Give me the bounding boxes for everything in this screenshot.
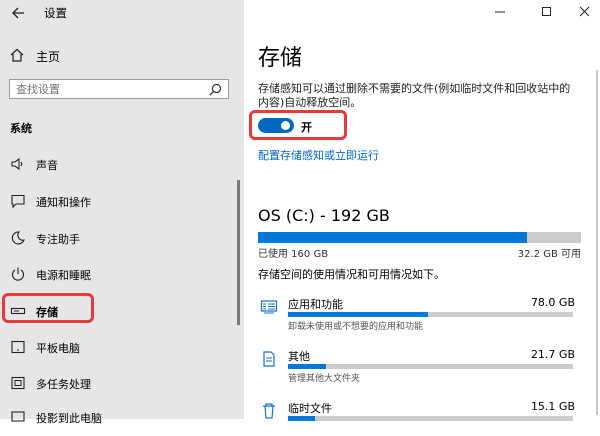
category-other[interactable]: 其他 21.7 GB 管理其他大文件夹 bbox=[258, 346, 583, 384]
sidebar-item-project[interactable]: 投影到此电脑 bbox=[0, 404, 244, 430]
configure-storage-sense-link[interactable]: 配置存储感知或立即运行 bbox=[258, 147, 379, 163]
minimize-button[interactable] bbox=[490, 4, 510, 20]
category-name: 应用和功能 bbox=[288, 298, 343, 311]
page-title: 存储 bbox=[258, 46, 303, 71]
sidebar-item-label: 电源和睡眠 bbox=[36, 269, 91, 282]
usage-description: 存储空间的使用情况和可用情况如下。 bbox=[258, 268, 445, 281]
home-label: 主页 bbox=[36, 50, 61, 64]
category-temp-files[interactable]: 临时文件 15.1 GB bbox=[258, 398, 583, 436]
toggle-knob bbox=[281, 121, 290, 130]
category-size: 21.7 GB bbox=[530, 348, 575, 361]
sidebar: 设置 主页 系统 声音 通知和操作 专注助手 电源和睡眠 bbox=[0, 0, 244, 425]
category-size: 78.0 GB bbox=[530, 296, 575, 309]
search-icon bbox=[209, 83, 222, 99]
sidebar-scrollbar[interactable] bbox=[237, 180, 240, 325]
category-subtitle: 管理其他大文件夹 bbox=[288, 374, 361, 384]
storage-sense-description: 存储感知可以通过删除不需要的文件(例如临时文件和回收站中的内容)自动释放空间。 bbox=[258, 82, 571, 109]
sidebar-item-label: 声音 bbox=[36, 159, 58, 172]
close-icon bbox=[579, 6, 590, 17]
sidebar-item-multitasking[interactable]: 多任务处理 bbox=[0, 370, 244, 396]
power-icon bbox=[10, 266, 26, 282]
sidebar-item-focus-assist[interactable]: 专注助手 bbox=[0, 225, 244, 251]
drive-usage-fill bbox=[258, 232, 527, 243]
app-title: 设置 bbox=[44, 6, 67, 20]
sidebar-item-notifications[interactable]: 通知和操作 bbox=[0, 188, 244, 214]
sidebar-item-home[interactable]: 主页 bbox=[0, 44, 244, 66]
sidebar-item-label: 平板电脑 bbox=[36, 342, 80, 355]
category-size: 15.1 GB bbox=[530, 400, 575, 413]
sidebar-item-label: 专注助手 bbox=[36, 233, 80, 246]
category-usage-bar bbox=[288, 364, 573, 369]
storage-highlight-box bbox=[2, 293, 94, 323]
back-button[interactable] bbox=[8, 3, 30, 23]
category-usage-bar bbox=[288, 312, 573, 317]
sidebar-item-label: 投影到此电脑 bbox=[36, 412, 102, 425]
category-usage-fill bbox=[288, 364, 327, 369]
sidebar-item-sound[interactable]: 声音 bbox=[0, 151, 244, 177]
home-icon bbox=[9, 47, 25, 66]
maximize-icon bbox=[542, 7, 551, 16]
category-subtitle: 卸载未使用或不想要的应用和功能 bbox=[288, 322, 424, 332]
back-arrow-icon bbox=[12, 7, 24, 19]
multitask-icon bbox=[10, 375, 26, 391]
drive-usage-bar bbox=[258, 232, 581, 243]
trash-icon bbox=[260, 402, 278, 420]
available-space-label: 32.2 GB 可用 bbox=[517, 249, 581, 260]
maximize-button[interactable] bbox=[537, 4, 557, 20]
tablet-icon bbox=[10, 339, 26, 355]
sidebar-item-label: 多任务处理 bbox=[36, 378, 91, 391]
storage-sense-toggle[interactable] bbox=[258, 118, 294, 133]
category-name: 其他 bbox=[288, 350, 310, 363]
speaker-icon bbox=[10, 156, 26, 172]
category-apps-features[interactable]: 应用和功能 78.0 GB 卸载未使用或不想要的应用和功能 bbox=[258, 294, 583, 332]
notification-icon bbox=[10, 193, 26, 209]
main-scrollbar[interactable] bbox=[596, 70, 598, 415]
close-button[interactable] bbox=[575, 4, 595, 20]
apps-icon bbox=[260, 298, 278, 316]
sidebar-item-label: 通知和操作 bbox=[36, 196, 91, 209]
sidebar-item-tablet[interactable]: 平板电脑 bbox=[0, 334, 244, 360]
minimize-icon bbox=[495, 11, 505, 13]
moon-icon bbox=[10, 230, 26, 246]
search-input[interactable] bbox=[16, 81, 196, 97]
search-box[interactable] bbox=[9, 79, 229, 99]
category-usage-fill bbox=[288, 312, 428, 317]
document-icon bbox=[260, 350, 278, 368]
projector-icon bbox=[10, 409, 26, 425]
sidebar-item-power[interactable]: 电源和睡眠 bbox=[0, 261, 244, 287]
category-name: 临时文件 bbox=[288, 402, 332, 415]
drive-title: OS (C:) - 192 GB bbox=[258, 206, 390, 225]
toggle-state-label: 开 bbox=[301, 121, 312, 134]
section-label: 系统 bbox=[10, 122, 32, 135]
used-space-label: 已使用 160 GB bbox=[258, 249, 329, 260]
